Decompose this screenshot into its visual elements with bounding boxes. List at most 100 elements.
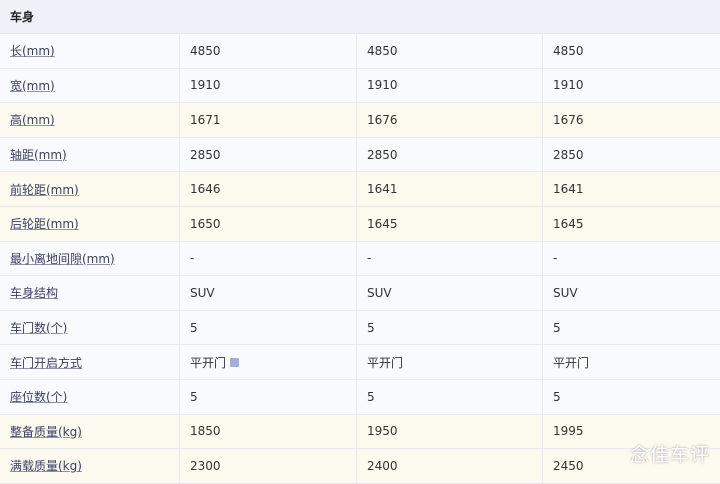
spec-value-cell: 5 bbox=[543, 311, 720, 345]
table-row: 车身结构 SUV SUV SUV bbox=[0, 276, 720, 311]
spec-value: 5 bbox=[367, 320, 375, 335]
spec-value-cell: 2850 bbox=[543, 138, 720, 172]
spec-value-cell: 5 bbox=[543, 380, 720, 414]
spec-value: 平开门 bbox=[190, 355, 227, 370]
table-row: 满载质量(kg) 2300 2400 2450 bbox=[0, 449, 720, 484]
table-row: 长(mm) 4850 4850 4850 bbox=[0, 34, 720, 69]
spec-value: 1910 bbox=[190, 78, 221, 93]
spec-value-cell: 4850 bbox=[357, 34, 543, 68]
row-label-cell: 宽(mm) bbox=[0, 68, 180, 103]
spec-value-cell: 1950 bbox=[357, 414, 543, 449]
row-label-cell: 后轮距(mm) bbox=[0, 206, 180, 241]
table-row: 高(mm) 1671 1676 1676 bbox=[0, 103, 720, 138]
row-label-cell: 最小离地间隙(mm) bbox=[0, 241, 180, 276]
spec-value: 2400 bbox=[367, 458, 398, 473]
spec-value: 1641 bbox=[367, 182, 398, 197]
spec-value: 1645 bbox=[367, 216, 398, 231]
table-row: 车门开启方式 平开门 平开门 平开门 bbox=[0, 345, 720, 380]
spec-value-cell: - bbox=[357, 241, 543, 276]
spec-label-link[interactable]: 车门数(个) bbox=[10, 319, 67, 336]
spec-value-cell: 2400 bbox=[357, 449, 543, 483]
row-label-cell: 长(mm) bbox=[0, 34, 180, 68]
spec-value-cell: 4850 bbox=[180, 34, 357, 68]
spec-value: 4850 bbox=[553, 43, 584, 58]
spec-value: 1850 bbox=[190, 424, 221, 439]
section-title: 车身 bbox=[10, 10, 35, 24]
spec-value: 1650 bbox=[190, 216, 221, 231]
spec-value-cell: 4850 bbox=[543, 34, 720, 68]
spec-label-link[interactable]: 宽(mm) bbox=[10, 77, 55, 94]
spec-label-link[interactable]: 长(mm) bbox=[10, 42, 55, 59]
table-row: 轴距(mm) 2850 2850 2850 bbox=[0, 137, 720, 173]
spec-value: 1645 bbox=[553, 216, 584, 231]
spec-label-link[interactable]: 最小离地间隙(mm) bbox=[10, 250, 115, 267]
spec-value-cell: 1645 bbox=[543, 207, 720, 241]
row-label-cell: 车门数(个) bbox=[0, 310, 180, 345]
row-label-cell: 轴距(mm) bbox=[0, 137, 180, 172]
spec-label-link[interactable]: 满载质量(kg) bbox=[10, 457, 82, 474]
spec-value: - bbox=[190, 251, 195, 266]
spec-value-cell: 1645 bbox=[357, 206, 543, 241]
spec-value: - bbox=[367, 251, 372, 266]
spec-value-cell: 5 bbox=[357, 310, 543, 345]
spec-label-link[interactable]: 前轮距(mm) bbox=[10, 181, 79, 198]
spec-value: 2850 bbox=[367, 147, 398, 162]
spec-value-cell: 2850 bbox=[180, 137, 357, 172]
spec-value: 平开门 bbox=[367, 355, 404, 370]
spec-label-link[interactable]: 整备质量(kg) bbox=[10, 423, 82, 440]
row-label-cell: 车门开启方式 bbox=[0, 345, 180, 379]
spec-value: 5 bbox=[190, 389, 198, 404]
spec-value: 1676 bbox=[367, 112, 398, 127]
spec-value-cell: 平开门 bbox=[180, 345, 357, 379]
spec-value-cell: 平开门 bbox=[543, 345, 720, 379]
spec-value-cell: 1641 bbox=[543, 172, 720, 206]
spec-value: 平开门 bbox=[553, 355, 590, 370]
spec-value-cell: 1646 bbox=[180, 172, 357, 206]
section-header: 车身 bbox=[0, 0, 720, 34]
spec-value-cell: 1910 bbox=[357, 68, 543, 103]
spec-table: 长(mm) 4850 4850 4850 宽(mm) 1910 1910 1910 高(mm) 1… bbox=[0, 34, 720, 484]
spec-value: 1641 bbox=[553, 182, 584, 197]
spec-value: 5 bbox=[553, 320, 561, 335]
spec-value: 1995 bbox=[553, 424, 584, 439]
spec-value: 1671 bbox=[190, 112, 221, 127]
spec-value: 1910 bbox=[553, 78, 584, 93]
spec-value-cell: - bbox=[543, 242, 720, 276]
spec-value-cell: SUV bbox=[180, 276, 357, 310]
spec-value: 2450 bbox=[553, 458, 584, 473]
spec-label-link[interactable]: 后轮距(mm) bbox=[10, 215, 79, 232]
row-label-cell: 前轮距(mm) bbox=[0, 172, 180, 206]
spec-value-cell: 5 bbox=[180, 379, 357, 414]
table-row: 宽(mm) 1910 1910 1910 bbox=[0, 68, 720, 104]
spec-label-link[interactable]: 轴距(mm) bbox=[10, 146, 67, 163]
table-row: 整备质量(kg) 1850 1950 1995 bbox=[0, 414, 720, 450]
spec-value: 2850 bbox=[190, 147, 221, 162]
spec-value-cell: 1910 bbox=[543, 69, 720, 103]
spec-value: - bbox=[553, 251, 558, 266]
spec-value-cell: - bbox=[180, 241, 357, 276]
spec-value: 5 bbox=[367, 389, 375, 404]
spec-value-cell: 1676 bbox=[357, 103, 543, 137]
table-row: 座位数(个) 5 5 5 bbox=[0, 379, 720, 415]
spec-value-cell: 1850 bbox=[180, 414, 357, 449]
spec-value: 1646 bbox=[190, 182, 221, 197]
spec-label-link[interactable]: 高(mm) bbox=[10, 111, 55, 128]
spec-value: SUV bbox=[367, 285, 392, 300]
info-icon[interactable] bbox=[230, 357, 240, 367]
spec-value: 1910 bbox=[367, 78, 398, 93]
spec-value-cell: 1910 bbox=[180, 68, 357, 103]
table-row: 后轮距(mm) 1650 1645 1645 bbox=[0, 206, 720, 242]
spec-value-cell: SUV bbox=[357, 276, 543, 310]
spec-value-cell: 1676 bbox=[543, 103, 720, 137]
spec-label-link[interactable]: 座位数(个) bbox=[10, 388, 67, 405]
row-label-cell: 满载质量(kg) bbox=[0, 449, 180, 483]
spec-value-cell: 5 bbox=[180, 310, 357, 345]
spec-value-cell: 1650 bbox=[180, 206, 357, 241]
spec-value: 1950 bbox=[367, 424, 398, 439]
spec-value-cell: SUV bbox=[543, 276, 720, 310]
spec-value: 2850 bbox=[553, 147, 584, 162]
spec-label-link[interactable]: 车门开启方式 bbox=[10, 354, 82, 371]
table-row: 前轮距(mm) 1646 1641 1641 bbox=[0, 172, 720, 207]
spec-label-link[interactable]: 车身结构 bbox=[10, 284, 58, 301]
spec-value: 4850 bbox=[367, 43, 398, 58]
